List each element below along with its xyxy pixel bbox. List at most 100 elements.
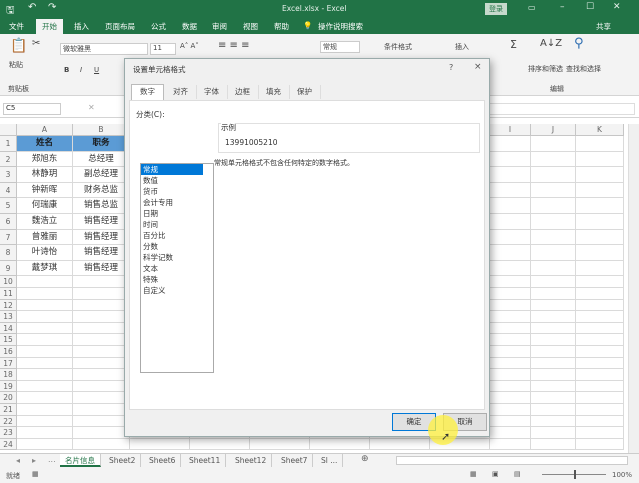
row-header[interactable]: 9 <box>0 260 17 277</box>
category-item[interactable]: 会计专用 <box>141 197 213 208</box>
cell[interactable]: 销售经理 <box>73 260 130 277</box>
bold-button[interactable]: B <box>64 66 69 74</box>
cell[interactable] <box>490 357 531 370</box>
dialog-tab[interactable]: 对齐 <box>165 85 197 99</box>
cell[interactable] <box>73 276 130 288</box>
cell[interactable] <box>73 415 130 428</box>
cell[interactable] <box>576 357 624 370</box>
cell[interactable] <box>576 245 624 261</box>
next-sheet-button[interactable]: ▸ <box>32 456 36 465</box>
page-break-view-icon[interactable]: ▤ <box>514 470 521 478</box>
cell[interactable] <box>576 438 624 451</box>
cell[interactable] <box>531 404 576 416</box>
cell[interactable] <box>490 245 531 261</box>
paste-icon[interactable]: 📋 <box>10 38 27 54</box>
cell[interactable]: 副总经理 <box>73 167 130 183</box>
cell[interactable] <box>17 369 73 381</box>
cell[interactable] <box>576 392 624 404</box>
category-item[interactable]: 货币 <box>141 186 213 197</box>
cell[interactable]: 叶诗怡 <box>17 245 73 261</box>
cell[interactable] <box>576 229 624 246</box>
cell[interactable] <box>576 415 624 428</box>
cell[interactable] <box>531 380 576 393</box>
row-header[interactable]: 3 <box>0 167 17 183</box>
insert-cells-button[interactable]: 插入 <box>455 42 469 52</box>
cell[interactable] <box>490 334 531 346</box>
vertical-scrollbar[interactable] <box>628 124 639 453</box>
row-header[interactable]: 20 <box>0 392 17 404</box>
maximize-button[interactable]: ☐ <box>586 2 594 12</box>
paste-button[interactable]: 粘贴 <box>9 60 23 70</box>
row-header[interactable]: 2 <box>0 151 17 168</box>
tab-page-layout[interactable]: 页面布局 <box>105 21 135 32</box>
sheet-tab[interactable]: Sheet11 <box>184 454 227 467</box>
cell[interactable] <box>490 415 531 428</box>
dialog-tab[interactable]: 保护 <box>289 85 321 99</box>
cell[interactable] <box>73 369 130 381</box>
category-item[interactable]: 常规 <box>141 164 203 175</box>
tell-me-search[interactable]: 操作说明搜索 <box>318 21 363 32</box>
cell[interactable] <box>73 357 130 370</box>
sort-filter-button[interactable]: 排序和筛选 <box>528 64 563 74</box>
row-header[interactable]: 24 <box>0 438 17 451</box>
cell[interactable] <box>490 438 531 451</box>
row-header[interactable]: 16 <box>0 346 17 358</box>
cell[interactable] <box>576 214 624 230</box>
tab-help[interactable]: 帮助 <box>274 21 289 32</box>
cell[interactable] <box>531 167 576 183</box>
row-header[interactable]: 15 <box>0 334 17 346</box>
cell[interactable] <box>17 357 73 370</box>
cell[interactable] <box>73 334 130 346</box>
row-header[interactable]: 12 <box>0 299 17 312</box>
cell[interactable]: 戴梦琪 <box>17 260 73 277</box>
tab-insert[interactable]: 插入 <box>74 21 89 32</box>
cell[interactable] <box>490 427 531 439</box>
minimize-button[interactable]: – <box>560 2 565 12</box>
tab-data[interactable]: 数据 <box>182 21 197 32</box>
cell[interactable] <box>490 214 531 230</box>
cell[interactable] <box>490 322 531 335</box>
add-sheet-icon[interactable]: ⊕ <box>361 454 369 464</box>
cell[interactable] <box>531 311 576 323</box>
cell[interactable] <box>576 182 624 199</box>
cell[interactable] <box>531 346 576 358</box>
cell[interactable] <box>17 299 73 312</box>
cell[interactable] <box>73 380 130 393</box>
zoom-slider-thumb[interactable] <box>574 470 576 479</box>
prev-sheet-button[interactable]: ◂ <box>16 456 20 465</box>
cell[interactable] <box>490 392 531 404</box>
cell[interactable]: 魏浩立 <box>17 214 73 230</box>
cell[interactable]: 林静玥 <box>17 167 73 183</box>
sheet-tab[interactable]: Sheet12 <box>230 454 273 467</box>
italic-button[interactable]: I <box>80 66 82 74</box>
category-item[interactable]: 数值 <box>141 175 213 186</box>
column-header[interactable]: A <box>17 124 73 136</box>
row-header[interactable]: 1 <box>0 136 17 152</box>
cancel-icon[interactable]: ✕ <box>88 103 95 112</box>
cell[interactable] <box>73 404 130 416</box>
tab-formulas[interactable]: 公式 <box>151 21 166 32</box>
cell[interactable] <box>17 322 73 335</box>
row-header[interactable]: 6 <box>0 214 17 230</box>
cell[interactable] <box>531 357 576 370</box>
cell[interactable] <box>73 392 130 404</box>
cell[interactable] <box>17 392 73 404</box>
dialog-tab[interactable]: 边框 <box>227 85 259 99</box>
dialog-tab[interactable]: 填充 <box>258 85 290 99</box>
cell[interactable] <box>531 198 576 214</box>
cell[interactable] <box>576 404 624 416</box>
cell[interactable] <box>531 229 576 246</box>
dialog-tab[interactable]: 字体 <box>196 85 228 99</box>
cell[interactable]: 销售经理 <box>73 245 130 261</box>
sheet-tab[interactable]: Sheet7 <box>276 454 314 467</box>
cell[interactable] <box>73 322 130 335</box>
cell[interactable] <box>490 288 531 300</box>
cell[interactable] <box>490 404 531 416</box>
cell[interactable] <box>531 214 576 230</box>
cell[interactable] <box>531 392 576 404</box>
cell[interactable] <box>531 322 576 335</box>
cell[interactable] <box>490 276 531 288</box>
row-header[interactable]: 22 <box>0 415 17 428</box>
cell[interactable] <box>250 438 310 451</box>
cell[interactable] <box>17 288 73 300</box>
